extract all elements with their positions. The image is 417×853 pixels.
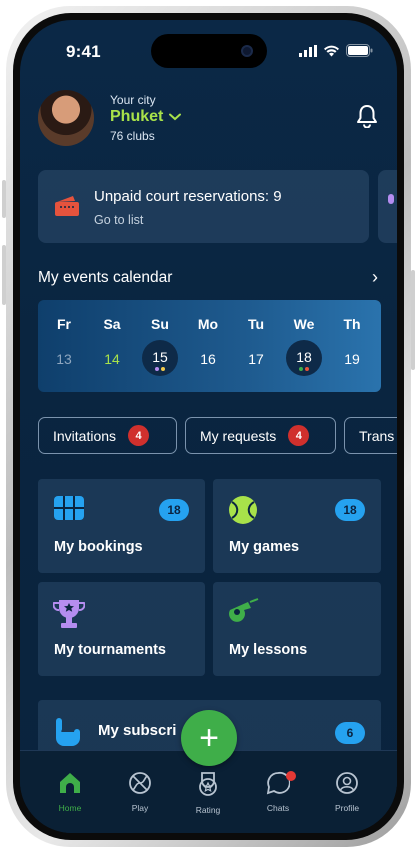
hand-tap-icon — [56, 718, 80, 746]
dynamic-island — [151, 34, 267, 68]
count-badge: 4 — [288, 425, 310, 446]
next-banner-card[interactable] — [378, 170, 397, 243]
event-dot — [161, 367, 165, 371]
tab-label: Profile — [334, 803, 360, 813]
status-time: 9:41 — [66, 42, 101, 61]
count-badge: 6 — [335, 722, 365, 744]
whistle-icon — [229, 598, 259, 622]
unpaid-reservations-banner[interactable]: Unpaid court reservations: 9 Go to list — [38, 170, 369, 243]
chevron-right-icon: › — [372, 267, 378, 287]
weekday-label: Fr — [57, 316, 71, 332]
tab-label: Chats — [266, 803, 290, 813]
banner-title: Unpaid court reservations: 9 — [94, 188, 282, 205]
day-number: 18 — [296, 349, 312, 365]
tab-label: Rating — [195, 805, 221, 815]
tab-profile[interactable]: Profile — [317, 771, 377, 813]
tile-label: My lessons — [229, 642, 308, 658]
tab-my-requests[interactable]: My requests 4 — [185, 417, 336, 454]
tab-chats[interactable]: Chats — [248, 771, 308, 813]
event-dot — [305, 367, 309, 371]
event-dot — [155, 367, 159, 371]
subscriptions-label: My subscri — [98, 722, 177, 739]
calendar-day[interactable]: Tu 17 — [236, 316, 276, 367]
city-selector[interactable]: Phuket — [110, 108, 182, 126]
day-number: 19 — [344, 351, 360, 367]
event-dots — [140, 367, 180, 371]
day-number: 17 — [248, 351, 264, 367]
tile-label: My bookings — [54, 539, 143, 555]
calendar-day[interactable]: Th 19 — [332, 316, 372, 367]
status-icons — [299, 44, 373, 57]
tab-label: Play — [131, 803, 149, 813]
user-icon — [336, 772, 358, 794]
clubs-count: 76 clubs — [110, 129, 155, 143]
events-calendar: Fr 13 Sa 14 Su 15 Mo 16 Tu 17 We 18 Th 19 — [38, 300, 381, 392]
weekday-label: Th — [343, 316, 361, 332]
tab-invitations[interactable]: Invitations 4 — [38, 417, 177, 454]
tile-my-bookings[interactable]: 18 My bookings — [38, 479, 205, 573]
next-banner-icon — [388, 194, 394, 204]
medal-icon — [199, 772, 217, 796]
weekday-label: Mo — [197, 316, 219, 332]
weekday-label: Tu — [247, 316, 265, 332]
weekday-label: Sa — [103, 316, 121, 332]
signal-icon — [299, 44, 317, 57]
calendar-day[interactable]: Fr 13 — [44, 316, 84, 367]
header: Your city Phuket 76 clubs — [38, 90, 378, 150]
event-dot — [299, 367, 303, 371]
calendar-day[interactable]: Mo 16 — [188, 316, 228, 367]
camera-icon — [241, 45, 253, 57]
day-number: 14 — [104, 351, 120, 367]
power-button — [411, 270, 415, 370]
tile-label: My games — [229, 539, 300, 555]
tab-home[interactable]: Home — [40, 771, 100, 813]
avatar[interactable] — [38, 90, 94, 146]
tile-my-tournaments[interactable]: My tournaments — [38, 582, 205, 676]
volume-down-button — [2, 245, 6, 305]
calendar-day[interactable]: Sa 14 — [92, 316, 132, 367]
weekday-label: Su — [151, 316, 169, 332]
wifi-icon — [324, 45, 339, 56]
trophy-icon — [53, 600, 85, 628]
unread-dot — [286, 771, 296, 781]
bell-icon[interactable] — [356, 104, 378, 128]
calendar-header[interactable]: My events calendar › — [38, 267, 378, 287]
requests-tabs: Invitations 4 My requests 4 Trans — [38, 417, 397, 457]
battery-icon — [346, 44, 373, 57]
calendar-day[interactable]: We 18 — [284, 316, 324, 376]
tile-my-games[interactable]: 18 My games — [213, 479, 381, 573]
tab-play[interactable]: Play — [110, 771, 170, 813]
ticket-icon — [55, 196, 79, 216]
home-icon — [60, 773, 80, 793]
city-label: Your city — [110, 93, 156, 107]
day-number: 15 — [152, 349, 168, 365]
tile-label: My tournaments — [54, 642, 166, 658]
calendar-title: My events calendar — [38, 269, 173, 286]
tab-label: Trans — [359, 427, 395, 444]
chevron-down-icon — [169, 113, 182, 121]
count-badge: 18 — [159, 499, 189, 521]
day-number: 13 — [56, 351, 72, 367]
add-button[interactable]: + — [181, 710, 237, 766]
ball-icon — [129, 772, 151, 794]
tab-label: Invitations — [53, 427, 117, 444]
tab-transactions[interactable]: Trans — [344, 417, 397, 454]
tennis-ball-icon — [229, 496, 257, 524]
court-icon — [54, 496, 84, 520]
weekday-label: We — [293, 316, 315, 332]
tab-label: My requests — [200, 427, 277, 444]
day-number: 16 — [200, 351, 216, 367]
city-name: Phuket — [110, 108, 164, 125]
event-dots — [284, 367, 324, 371]
go-to-list-link[interactable]: Go to list — [94, 213, 143, 227]
tab-rating[interactable]: Rating — [178, 771, 238, 815]
count-badge: 4 — [128, 425, 150, 446]
volume-up-button — [2, 180, 6, 218]
tile-my-lessons[interactable]: My lessons — [213, 582, 381, 676]
tab-label: Home — [58, 803, 82, 813]
calendar-day[interactable]: Su 15 — [140, 316, 180, 376]
count-badge: 18 — [335, 499, 365, 521]
app-screen: 9:41 Your city Phuket 76 clubs Unpaid co… — [20, 20, 397, 833]
